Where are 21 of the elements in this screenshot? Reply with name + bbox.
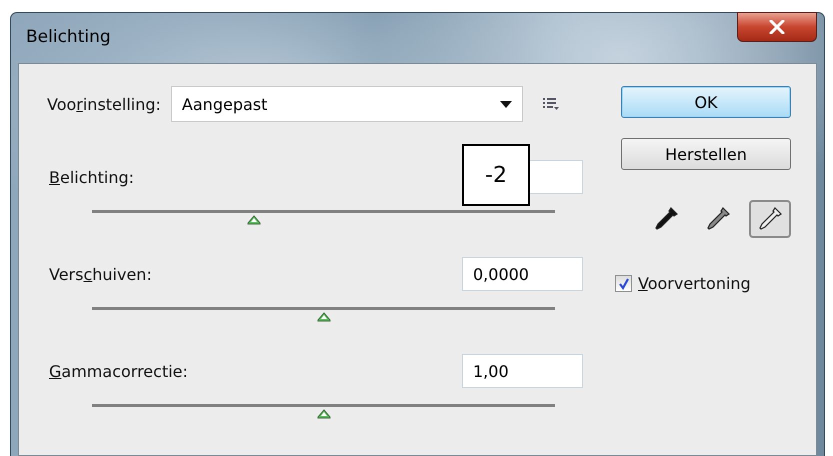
- preview-checkbox[interactable]: [615, 275, 632, 292]
- dialog-button[interactable]: Herstellen: [621, 138, 791, 170]
- value-field[interactable]: 0,0000: [462, 257, 583, 291]
- preview-label: Voorvertoning: [638, 274, 751, 293]
- slider-label: Verschuiven:: [49, 264, 152, 284]
- dropdown-caret-icon: [500, 100, 512, 108]
- callout-tooltip: -2: [462, 144, 530, 206]
- dialog-button[interactable]: OK: [621, 86, 791, 118]
- options-menu-icon[interactable]: [542, 97, 559, 111]
- slider-thumb[interactable]: [316, 312, 330, 322]
- slider-thumb[interactable]: [316, 409, 330, 419]
- eyedropper-button[interactable]: [749, 200, 791, 238]
- slider-label: Gammacorrectie:: [49, 362, 188, 380]
- slider-thumb[interactable]: [247, 215, 262, 225]
- preset-dropdown[interactable]: Aangepast: [170, 86, 523, 122]
- window-title: Belichting: [26, 27, 111, 47]
- close-icon: [769, 20, 785, 34]
- value-field[interactable]: 1,00: [462, 354, 583, 388]
- close-button[interactable]: [737, 12, 817, 42]
- slider-label: Belichting:: [49, 168, 134, 186]
- preset-label: Voorinstelling:: [47, 94, 161, 114]
